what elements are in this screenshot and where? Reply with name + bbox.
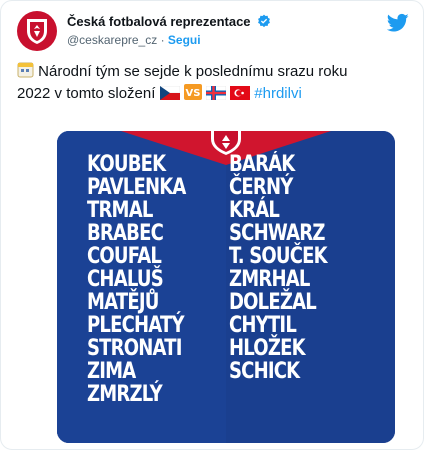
crest-icon	[27, 19, 47, 44]
tweet-header: Česká fotbalová reprezentace @ceskarepre…	[17, 11, 409, 59]
svg-text:VS: VS	[185, 88, 200, 99]
separator: ·	[160, 33, 165, 47]
player-name: ZIMA	[87, 359, 136, 384]
player-name: BARÁK	[229, 152, 295, 177]
player-name: TRMAL	[87, 198, 153, 223]
vs-emoji: VS	[183, 84, 202, 106]
player-name: CHALUŠ	[87, 267, 164, 292]
account-handle[interactable]: @ceskarepre_cz	[67, 33, 157, 47]
tweet-line-1: Národní tým se sejde k poslednímu srazu …	[38, 63, 348, 80]
hashtag-link[interactable]: #hrdilvi	[254, 85, 302, 102]
player-name: STRONATI	[87, 336, 182, 361]
player-name: ZMRZLÝ	[87, 382, 163, 407]
roster-right-column: BARÁK ČERNÝ KRÁL SCHWARZ T. SOUČEK ZMRHAL DOLE…	[229, 152, 328, 384]
czech-flag-emoji	[159, 85, 180, 106]
player-name: SCHICK	[229, 359, 300, 384]
player-name: BRABEC	[87, 221, 164, 246]
player-name: CHYTIL	[229, 313, 297, 338]
turkey-flag-emoji	[230, 86, 251, 106]
faroe-flag-emoji	[205, 85, 227, 106]
follow-button[interactable]: Segui	[168, 33, 201, 47]
player-name: SCHWARZ	[229, 221, 325, 246]
player-name: PAVLENKA	[87, 175, 186, 200]
player-name: KRÁL	[229, 198, 280, 223]
calendar-emoji	[17, 61, 34, 84]
player-name: PLECHATÝ	[87, 313, 185, 338]
tweet-card: Česká fotbalová reprezentace @ceskarepre…	[0, 0, 424, 450]
display-name[interactable]: Česká fotbalová reprezentace	[67, 13, 251, 30]
player-name: T. SOUČEK	[229, 244, 328, 269]
twitter-bird-icon[interactable]	[387, 13, 409, 33]
handle-row: @ceskarepre_cz · Segui	[67, 31, 271, 49]
player-name: HLOŽEK	[229, 336, 306, 361]
player-name: KOUBEK	[87, 152, 166, 177]
verified-badge-icon	[258, 14, 270, 28]
player-name: DOLEŽAL	[229, 290, 317, 315]
player-name: MATĚJŮ	[87, 290, 159, 315]
player-name: ZMRHAL	[229, 267, 310, 292]
tweet-image[interactable]: KOUBEK PAVLENKA TRMAL BRABEC COUFAL CHALUŠ MAT…	[57, 131, 395, 443]
avatar[interactable]	[17, 11, 57, 51]
player-name: ČERNÝ	[229, 175, 293, 200]
roster-left-column: KOUBEK PAVLENKA TRMAL BRABEC COUFAL CHALUŠ MAT…	[87, 153, 186, 406]
account-names: Česká fotbalová reprezentace @ceskarepre…	[67, 13, 271, 49]
tweet-text: Národní tým se sejde k poslednímu srazu …	[17, 61, 413, 106]
player-name: COUFAL	[87, 244, 162, 269]
tweet-line-2: 2022 v tomto složení	[17, 85, 156, 102]
